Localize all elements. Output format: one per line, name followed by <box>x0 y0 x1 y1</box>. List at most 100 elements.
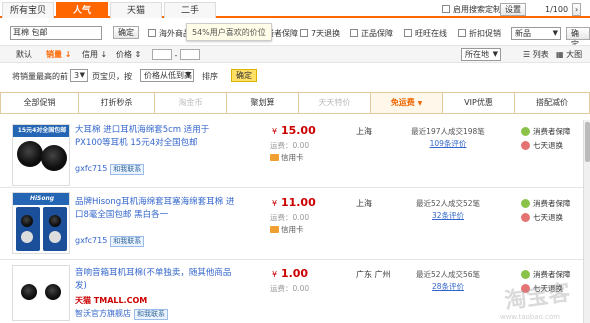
item-deals: 最近52人成交52笔 <box>415 199 481 208</box>
cat-taobao-coins[interactable]: 淘金币 <box>155 93 227 113</box>
filter-label: 旺旺在线 <box>415 29 447 38</box>
chevron-down-icon: ▼ <box>79 71 85 79</box>
item-thumbnail[interactable]: 15元4对全国包邮 <box>12 124 70 186</box>
currency-symbol: ¥ <box>272 127 278 136</box>
custom-search-checkbox[interactable] <box>442 5 450 13</box>
cat-all-promotions[interactable]: 全部促销 <box>1 93 79 113</box>
item-divider <box>0 187 590 188</box>
checkbox[interactable] <box>148 29 156 37</box>
shield-icon <box>521 270 530 279</box>
ear-pad-image <box>21 284 37 300</box>
cat-bundle-discount[interactable]: 搭配减价 <box>515 93 589 113</box>
price-min-input[interactable] <box>152 49 172 60</box>
view-list-button[interactable]: ☰ 列表 <box>523 49 549 60</box>
filter-label: 7天退换 <box>311 29 341 38</box>
order-select[interactable]: 价格从低到高 ▼ <box>140 69 194 82</box>
cat-free-shipping-label: 免运费 <box>390 98 415 107</box>
item-seller[interactable]: 智沃官方旗舰店 和我联系 <box>75 308 168 320</box>
settings-button[interactable]: 设置 <box>500 3 526 16</box>
filter-label: 折扣促销 <box>469 29 501 38</box>
filter-wangwang-online[interactable]: 旺旺在线 <box>404 28 447 39</box>
tab-tmall[interactable]: 天猫 <box>110 2 162 18</box>
filter-7day-return[interactable]: 7天退换 <box>300 28 340 39</box>
next-page-button[interactable]: › <box>572 3 582 16</box>
contact-seller-button[interactable]: 和我联系 <box>110 164 145 175</box>
item-reviews-link[interactable]: 28条评价 <box>408 281 488 292</box>
shield-icon <box>521 127 530 136</box>
filter-overseas[interactable]: 海外商品 <box>148 28 191 39</box>
sort-confirm-button[interactable]: 确定 <box>566 27 590 49</box>
sort-sales[interactable]: 销量 ↓ <box>46 49 72 60</box>
bulk-sort-middle: 页宝贝，按 <box>92 72 132 81</box>
thumb-brand: HiSong <box>13 193 69 205</box>
item-seller[interactable]: gxfc715 和我联系 <box>75 164 145 175</box>
item-reviews-link[interactable]: 32条评价 <box>408 210 488 221</box>
price-max-input[interactable] <box>179 49 200 60</box>
ear-pad-image <box>41 145 67 171</box>
item-price: ¥ 15.00 <box>272 124 316 137</box>
item-seller[interactable]: gxfc715 和我联系 <box>75 236 145 247</box>
custom-search-label: 启用搜索定制 <box>453 5 501 14</box>
chevron-down-icon: ▼ <box>417 100 423 107</box>
ear-pad-image <box>21 215 33 227</box>
bulk-sort-confirm-button[interactable]: 确定 <box>231 69 257 82</box>
item-reviews-link[interactable]: 109条评价 <box>408 138 488 149</box>
chevron-down-icon: ▼ <box>492 50 498 58</box>
cat-juhuasuan[interactable]: 聚划算 <box>227 93 299 113</box>
filter-genuine[interactable]: 正品保障 <box>350 28 393 39</box>
currency-symbol: ¥ <box>272 199 278 208</box>
item-location: 广东 广州 <box>356 270 391 279</box>
price-tooltip: 54%用户喜欢的价位 <box>186 23 272 41</box>
sort-price[interactable]: 价格 ⇕ <box>116 49 141 60</box>
tmall-logo: 天猫 TMALL.COM <box>75 296 148 305</box>
cat-vip[interactable]: VIP优惠 <box>443 93 515 113</box>
item-shipping: 运费：0.00 <box>270 284 310 293</box>
contact-seller-button[interactable]: 和我联系 <box>134 309 168 320</box>
location-select[interactable]: 所在地 ▼ <box>461 48 501 61</box>
tab-popularity[interactable]: 人气 <box>56 2 108 18</box>
cat-daily-special[interactable]: 天天特价 <box>299 93 371 113</box>
service-consumer-protection: 消费者保障 <box>521 126 571 137</box>
search-confirm-button[interactable]: 确定 <box>113 26 139 39</box>
cat-free-shipping[interactable]: 免运费 ▼ <box>371 93 443 113</box>
item-thumbnail[interactable] <box>12 265 70 321</box>
thumb-label: 15元4对全国包邮 <box>13 125 69 137</box>
sort-bar: 默认 销量 ↓ 信用 ↓ 价格 ⇕ - 所在地 ▼ ☰ 列表 ▦ 大图 <box>0 45 590 63</box>
item-title[interactable]: 大耳棉 进口耳机海绵套5cm 适用于PX100等耳机 15元4对全国包邮 <box>75 124 235 150</box>
bulk-sort-suffix: 排序 <box>202 72 218 81</box>
service-label: 七天退换 <box>533 213 563 222</box>
search-input[interactable]: 耳棉 包邮 <box>10 26 102 40</box>
credit-card-icon <box>270 154 279 161</box>
results-scrollbar[interactable] <box>583 120 590 323</box>
arrow-down-icon: ↓ <box>64 50 72 59</box>
sort-select[interactable]: 新品 ▼ <box>511 27 561 40</box>
price-value: 1.00 <box>280 267 309 280</box>
sort-credit[interactable]: 信用 ↓ <box>82 49 107 60</box>
item-shipping: 运费：0.00 <box>270 213 310 222</box>
view-grid-label: 大图 <box>566 50 583 59</box>
tab-secondhand[interactable]: 二手 <box>164 2 216 18</box>
filter-label: 正品保障 <box>361 29 393 38</box>
custom-search-toggle[interactable]: 启用搜索定制 <box>442 3 501 17</box>
item-title[interactable]: 品牌Hisong耳机海绵套耳塞海绵套耳棉 进口8毫全国包邮 黑白各一 <box>75 196 235 222</box>
ear-pad-image <box>49 231 61 243</box>
checkbox[interactable] <box>458 29 466 37</box>
sort-default[interactable]: 默认 <box>16 49 32 60</box>
item-shipping: 运费：0.00 <box>270 141 310 150</box>
checkbox[interactable] <box>350 29 358 37</box>
scrollbar-thumb[interactable] <box>585 122 590 162</box>
view-grid-button[interactable]: ▦ 大图 <box>556 49 582 60</box>
contact-seller-button[interactable]: 和我联系 <box>110 236 145 247</box>
chevron-down-icon: ▼ <box>185 71 191 79</box>
watermark-url: www.taobao.com <box>499 313 560 321</box>
tab-all-items[interactable]: 所有宝贝 <box>2 2 54 18</box>
page-count-select[interactable]: 3 ▼ <box>70 69 88 82</box>
search-type-tabs: 所有宝贝 人气 天猫 二手 启用搜索定制 设置 1/100 › <box>0 0 590 18</box>
item-title[interactable]: 音响音箱耳机耳棉(不单独卖，随其他商品发) <box>75 267 235 293</box>
cat-flash-sale[interactable]: 打折秒杀 <box>79 93 155 113</box>
checkbox[interactable] <box>300 29 308 37</box>
price-range: - <box>152 49 200 60</box>
item-thumbnail[interactable]: HiSong <box>12 192 70 254</box>
filter-discount[interactable]: 折扣促销 <box>458 28 501 39</box>
checkbox[interactable] <box>404 29 412 37</box>
